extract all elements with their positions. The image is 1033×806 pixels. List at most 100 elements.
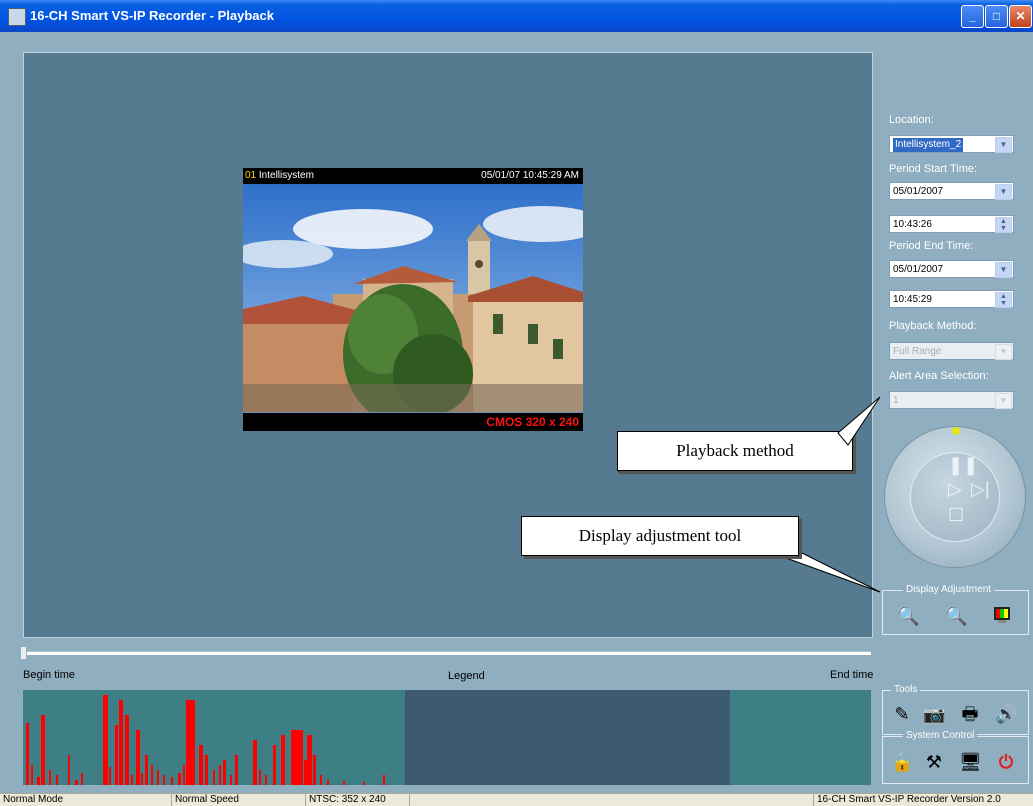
event-bar [223, 760, 226, 785]
event-bar [383, 775, 385, 785]
display-adjustment-group: Display Adjustment 🔍 🔍 [882, 584, 1029, 635]
event-bar [141, 773, 143, 785]
edit-pen-icon[interactable]: ✎ [891, 703, 913, 725]
event-bar [163, 775, 165, 785]
event-bar [81, 773, 83, 785]
status-product: 16-CH Smart VS-IP Recorder Version 2.0 [817, 794, 1001, 805]
event-bar [136, 730, 140, 785]
event-bar [41, 715, 45, 785]
event-bar [259, 770, 261, 785]
end-time-label: Period End Time: [889, 240, 974, 252]
callout-playback-method: Playback method [615, 428, 860, 478]
location-label: Location: [889, 114, 934, 126]
display-adjustment-title: Display Adjustment [903, 584, 995, 595]
begin-time-label: Begin time [23, 669, 75, 681]
status-bar: Normal Mode Normal Speed NTSC: 352 x 240… [0, 793, 1033, 806]
event-bar [265, 775, 267, 785]
spinner-arrows-icon: ▲ ▼ [995, 217, 1012, 233]
pause-icon[interactable]: ❚❚ [948, 455, 978, 476]
start-date-select[interactable]: 05/01/2007 ▼ [889, 182, 1014, 200]
event-bar [131, 775, 133, 785]
power-icon[interactable]: ⏻ [995, 751, 1017, 773]
color-adjust-icon[interactable] [991, 605, 1013, 627]
event-bar [183, 765, 185, 785]
close-button[interactable]: ✕ [1009, 5, 1032, 28]
event-bar [205, 755, 208, 785]
print-icon[interactable]: 🖶 [959, 703, 981, 725]
event-bar [343, 781, 345, 785]
chevron-down-icon: ▼ [995, 393, 1012, 409]
frame-timestamp: 05/01/07 10:45:29 AM [481, 170, 579, 181]
recording-timeline[interactable] [23, 690, 871, 785]
start-time-spinner[interactable]: 10:43:26 ▲ ▼ [889, 215, 1014, 233]
settings-tools-icon[interactable]: ⚒ [923, 751, 945, 773]
end-time-label: End time [830, 669, 874, 681]
camera-snapshot-icon[interactable]: 📷 [923, 703, 945, 725]
chevron-down-icon: ▼ [995, 344, 1012, 360]
audio-icon[interactable]: 🔊 [995, 703, 1017, 725]
playback-control-knob[interactable]: ❚❚ ▷ ▷| ☐ [884, 426, 1026, 568]
chevron-down-icon: ▼ [995, 184, 1012, 200]
event-bar [109, 767, 111, 785]
location-select[interactable]: Intellisystem_2 ▼ [889, 135, 1014, 153]
legend-label: Legend [448, 670, 485, 682]
event-bar [171, 777, 173, 785]
event-bar [26, 723, 29, 785]
status-blank [410, 794, 814, 806]
event-bar [119, 700, 123, 785]
event-bar [56, 775, 58, 785]
callout-display-adjustment: Display adjustment tool [519, 513, 804, 563]
event-bar [37, 777, 40, 785]
event-bar [49, 770, 51, 785]
status-format: NTSC: 352 x 240 [306, 794, 410, 806]
timeline-slider-track[interactable] [23, 651, 871, 655]
camera-frame[interactable]: 01 Intellisystem 05/01/07 10:45:29 AM CM… [243, 168, 583, 431]
playback-method-label: Playback Method: [889, 320, 977, 332]
alert-area-select[interactable]: 1 ▼ [889, 391, 1014, 409]
app-icon [8, 8, 26, 26]
timeline-slider-thumb[interactable] [20, 646, 27, 660]
start-time-label: Period Start Time: [889, 163, 978, 175]
system-control-group: System Control 🔒 ⚒ 🖥 ⏻ [882, 730, 1029, 784]
next-frame-icon[interactable]: ▷| [971, 479, 990, 500]
event-bar [313, 755, 316, 785]
camera-name: Intellisystem [258, 170, 314, 181]
callout-text: Playback method [617, 431, 853, 471]
system-control-title: System Control [903, 730, 978, 741]
stop-icon[interactable]: ☐ [948, 505, 964, 526]
event-bar [219, 765, 221, 785]
end-date-select[interactable]: 05/01/2007 ▼ [889, 260, 1014, 278]
title-bar: 16-CH Smart VS-IP Recorder - Playback _ … [0, 0, 1033, 32]
minimize-button[interactable]: _ [961, 5, 984, 28]
event-bar [235, 755, 238, 785]
alert-area-label: Alert Area Selection: [889, 370, 989, 382]
maximize-button[interactable]: □ [985, 5, 1008, 28]
no-recording-segment [405, 690, 730, 785]
event-bar [178, 773, 181, 785]
event-bar [193, 775, 195, 785]
event-bar [298, 775, 300, 785]
zoom-out-icon[interactable]: 🔍 [945, 605, 967, 627]
status-mode: Normal Mode [0, 794, 172, 806]
event-bar [75, 780, 78, 785]
zoom-in-icon[interactable]: 🔍 [897, 605, 919, 627]
event-bar [103, 695, 108, 785]
lock-icon[interactable]: 🔒 [891, 751, 913, 773]
play-icon[interactable]: ▷ [948, 479, 962, 500]
event-bar [253, 740, 257, 785]
channel-number: 01 [245, 170, 257, 181]
tools-title: Tools [891, 684, 921, 695]
event-bar [115, 725, 118, 785]
tools-group: Tools ✎ 📷 🖶 🔊 [882, 684, 1029, 735]
monitor-icon[interactable]: 🖥 [959, 751, 982, 773]
event-bar [145, 755, 148, 785]
end-time-spinner[interactable]: 10:45:29 ▲ ▼ [889, 290, 1014, 308]
spinner-arrows-icon: ▲ ▼ [995, 292, 1012, 308]
event-bar [31, 765, 33, 785]
event-bar [230, 775, 232, 785]
event-bar [125, 715, 129, 785]
playback-method-select[interactable]: Full Range ▼ [889, 342, 1014, 360]
event-bar [199, 745, 203, 785]
event-bar [320, 775, 322, 785]
video-image [243, 184, 583, 412]
